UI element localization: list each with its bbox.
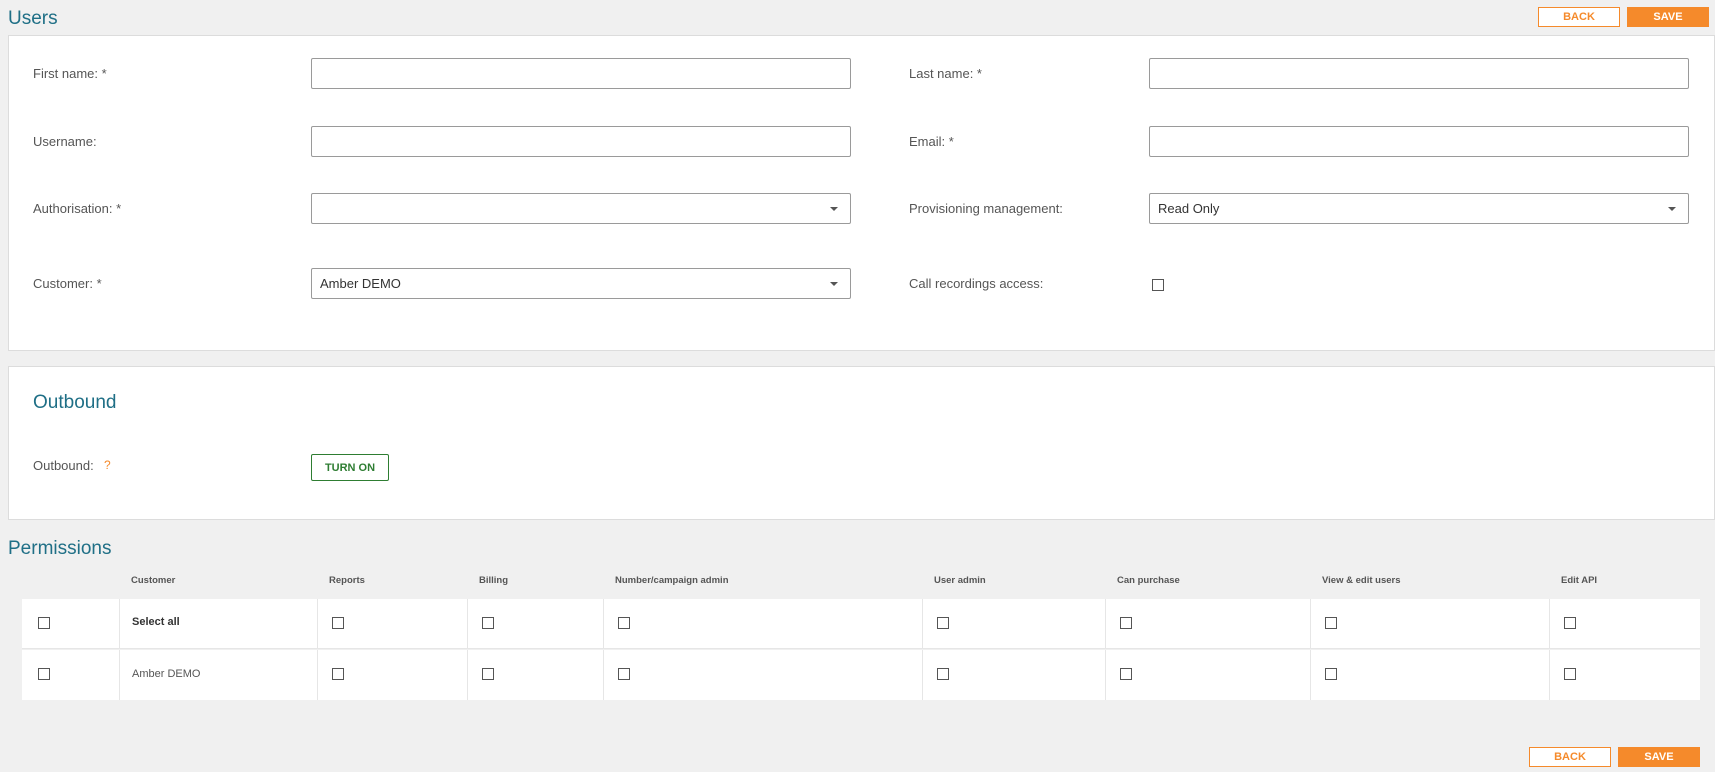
chevron-down-icon [830, 207, 838, 211]
row-customer-label: Amber DEMO [132, 668, 201, 680]
column-divider [603, 650, 604, 700]
turn-on-button[interactable]: TURN ON [311, 454, 389, 481]
column-header-view-edit-users: View & edit users [1322, 575, 1401, 586]
email-label: Email: * [909, 134, 954, 149]
first-name-label: First name: * [33, 66, 107, 81]
edit-api-checkbox[interactable] [1564, 617, 1576, 629]
column-divider [467, 650, 468, 700]
column-divider [1105, 599, 1106, 649]
view-edit-users-checkbox[interactable] [1325, 668, 1337, 680]
column-divider [467, 599, 468, 649]
email-field[interactable] [1149, 126, 1689, 157]
reports-checkbox[interactable] [332, 668, 344, 680]
column-divider [1310, 650, 1311, 700]
can-purchase-checkbox[interactable] [1120, 668, 1132, 680]
edit-api-checkbox[interactable] [1564, 668, 1576, 680]
column-divider [317, 599, 318, 649]
billing-checkbox[interactable] [482, 617, 494, 629]
authorisation-select[interactable] [311, 193, 851, 224]
column-header-can-purchase: Can purchase [1117, 575, 1180, 586]
call-recordings-checkbox[interactable] [1152, 279, 1164, 291]
column-divider [317, 650, 318, 700]
provisioning-label: Provisioning management: [909, 201, 1063, 216]
footer-back-button[interactable]: BACK [1529, 747, 1611, 767]
column-divider [922, 650, 923, 700]
user-admin-checkbox[interactable] [937, 668, 949, 680]
footer-save-button[interactable]: SAVE [1618, 747, 1700, 767]
column-header-reports: Reports [329, 575, 365, 586]
column-divider [922, 599, 923, 649]
username-label: Username: [33, 134, 97, 149]
first-name-field[interactable] [311, 58, 851, 89]
number-campaign-admin-checkbox[interactable] [618, 617, 630, 629]
last-name-label: Last name: * [909, 66, 982, 81]
permissions-title: Permissions [8, 538, 112, 559]
authorisation-label: Authorisation: * [33, 201, 122, 216]
save-button[interactable]: SAVE [1627, 7, 1709, 27]
table-row: Select all [22, 599, 1700, 649]
column-header-billing: Billing [479, 575, 509, 586]
can-purchase-checkbox[interactable] [1120, 617, 1132, 629]
row-customer-label: Select all [132, 616, 180, 628]
column-divider [119, 599, 120, 649]
outbound-title: Outbound [33, 392, 117, 413]
column-header-customer: Customer [131, 575, 176, 586]
column-divider [1105, 650, 1106, 700]
number-campaign-admin-checkbox[interactable] [618, 668, 630, 680]
column-divider [1549, 599, 1550, 649]
last-name-field[interactable] [1149, 58, 1689, 89]
column-divider [1310, 599, 1311, 649]
column-divider [1549, 650, 1550, 700]
customer-select[interactable]: Amber DEMO [311, 268, 851, 299]
customer-value: Amber DEMO [320, 276, 401, 291]
customer-label: Customer: * [33, 276, 102, 291]
outbound-card [8, 366, 1715, 520]
reports-checkbox[interactable] [332, 617, 344, 629]
chevron-down-icon [1668, 207, 1676, 211]
back-button[interactable]: BACK [1538, 7, 1620, 27]
column-header-number-campaign-admin: Number/campaign admin [615, 575, 729, 586]
provisioning-value: Read Only [1158, 201, 1220, 216]
outbound-label: Outbound: [33, 458, 94, 473]
row-select-checkbox[interactable] [38, 668, 50, 680]
table-row: Amber DEMO [22, 650, 1700, 700]
row-select-checkbox[interactable] [38, 617, 50, 629]
page-title: Users [8, 8, 58, 29]
call-recordings-label: Call recordings access: [909, 276, 1044, 291]
provisioning-select[interactable]: Read Only [1149, 193, 1689, 224]
help-icon[interactable]: ? [104, 458, 111, 472]
column-divider [603, 599, 604, 649]
billing-checkbox[interactable] [482, 668, 494, 680]
view-edit-users-checkbox[interactable] [1325, 617, 1337, 629]
column-header-user-admin: User admin [934, 575, 986, 586]
chevron-down-icon [830, 282, 838, 286]
column-divider [119, 650, 120, 700]
column-header-edit-api: Edit API [1561, 575, 1598, 586]
user-admin-checkbox[interactable] [937, 617, 949, 629]
username-field[interactable] [311, 126, 851, 157]
